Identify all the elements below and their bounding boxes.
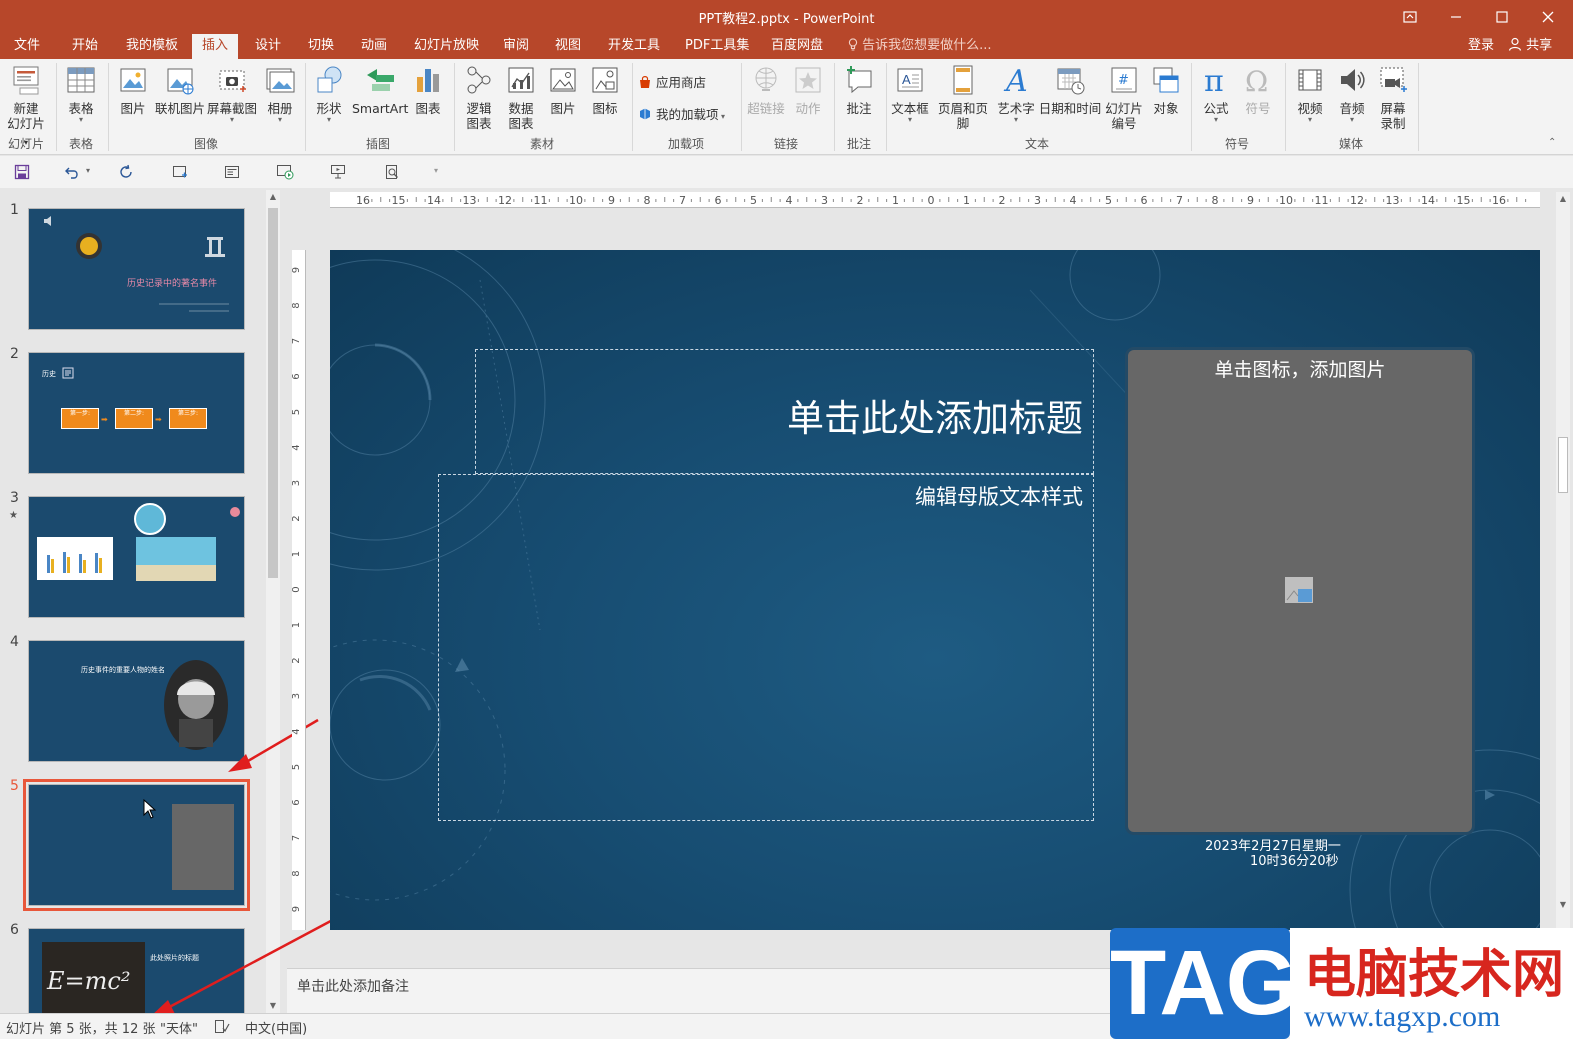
text-placeholder-text: 编辑母版文本样式 bbox=[915, 485, 1083, 509]
ruler-label: 12 bbox=[1350, 194, 1364, 207]
ruler-label: 9 bbox=[608, 194, 615, 207]
text-placeholder[interactable]: 编辑母版文本样式 bbox=[438, 474, 1094, 821]
scroll-up-arrow-icon[interactable]: ▲ bbox=[1556, 192, 1570, 206]
ruler-label: 8 bbox=[292, 302, 302, 308]
ruler-label: 5 bbox=[292, 409, 302, 415]
ruler-label: 3 bbox=[821, 194, 828, 207]
ruler-label: 4 bbox=[786, 194, 793, 207]
ruler-label: 2 bbox=[857, 194, 864, 207]
ruler-label: 3 bbox=[292, 480, 302, 486]
ruler-label: 6 bbox=[292, 373, 302, 379]
ruler-label: 8 bbox=[644, 194, 651, 207]
ruler-label: 3 bbox=[292, 693, 302, 699]
slide-count-status: 幻灯片 第 5 张，共 12 张 bbox=[6, 1022, 156, 1037]
ruler-label: 7 bbox=[292, 835, 302, 841]
ruler-label: 2 bbox=[999, 194, 1006, 207]
slide-canvas[interactable]: 单击此处添加标题 编辑母版文本样式 单击图标，添加图片 2023年2月27日星期… bbox=[330, 250, 1540, 930]
language-status[interactable]: 中文(中国) bbox=[245, 1018, 307, 1037]
ruler-label: 7 bbox=[292, 338, 302, 344]
title-placeholder-text: 单击此处添加标题 bbox=[787, 397, 1083, 440]
picture-placeholder-text: 单击图标，添加图片 bbox=[1214, 359, 1386, 381]
ruler-label: 1 bbox=[963, 194, 970, 207]
ruler-label: 1 bbox=[892, 194, 899, 207]
date-line-2: 10时36分20秒 bbox=[1250, 854, 1339, 869]
ruler-label: 6 bbox=[715, 194, 722, 207]
scroll-down-arrow-icon[interactable]: ▼ bbox=[1556, 898, 1570, 912]
horizontal-ruler-ticks: 16 15 14 13 12 11 10 9 8 7 6 5 4 3 2 1 0 1 2 3 4 5 6 7 8 9 10 11 12 1… bbox=[356, 194, 1527, 207]
horizontal-ruler: 16 15 14 13 12 11 10 9 8 7 6 5 4 3 2 1 0 1 2 3 4 5 6 7 8 9 10 11 12 1… bbox=[330, 192, 1540, 208]
vertical-ruler: 9 8 7 6 5 4 3 2 1 0 1 2 3 4 5 6 7 8 9 bbox=[291, 250, 306, 930]
ruler-label: 8 bbox=[292, 870, 302, 876]
ruler-label: 16 bbox=[1492, 194, 1506, 207]
ruler-label: 12 bbox=[498, 194, 512, 207]
ruler-label: 7 bbox=[1176, 194, 1183, 207]
ruler-label: 6 bbox=[1141, 194, 1148, 207]
picture-placeholder[interactable]: 单击图标，添加图片 bbox=[1128, 350, 1472, 832]
scroll-thumb[interactable] bbox=[1558, 437, 1568, 493]
ruler-label: 15 bbox=[1457, 194, 1471, 207]
ruler-label: 13 bbox=[1386, 194, 1400, 207]
theme-name-status[interactable]: "天体" bbox=[160, 1018, 198, 1037]
slide-scrollbar[interactable]: ▲ ▼ bbox=[1556, 192, 1570, 962]
ruler-label: 0 bbox=[928, 194, 935, 207]
title-placeholder[interactable]: 单击此处添加标题 bbox=[475, 349, 1094, 474]
ruler-label: 15 bbox=[392, 194, 406, 207]
ruler-label: 9 bbox=[292, 267, 302, 273]
ruler-label: 7 bbox=[679, 194, 686, 207]
insert-picture-icon[interactable] bbox=[1284, 576, 1314, 604]
spellcheck-icon[interactable] bbox=[214, 1019, 230, 1034]
ruler-label: 10 bbox=[1279, 194, 1293, 207]
notes-pane[interactable]: 单击此处添加备注 bbox=[287, 968, 1117, 1013]
ruler-label: 5 bbox=[292, 764, 302, 770]
ruler-label: 11 bbox=[534, 194, 548, 207]
ruler-label: 16 bbox=[356, 194, 370, 207]
ruler-label: 0 bbox=[292, 586, 302, 592]
watermark-url: www.tagxp.com bbox=[1304, 1000, 1501, 1033]
ruler-label: 9 bbox=[1247, 194, 1254, 207]
ruler-label: 9 bbox=[292, 906, 302, 912]
ruler-label: 4 bbox=[292, 444, 302, 450]
ruler-label: 3 bbox=[1034, 194, 1041, 207]
ruler-label: 6 bbox=[292, 799, 302, 805]
ruler-label: 5 bbox=[750, 194, 757, 207]
ruler-label: 1 bbox=[292, 551, 302, 557]
watermark-site-name: 电脑技术网 bbox=[1304, 945, 1565, 1005]
notes-placeholder-text: 单击此处添加备注 bbox=[297, 979, 409, 995]
ruler-label: 2 bbox=[292, 657, 302, 663]
watermark-site-block: 电脑技术网 www.tagxp.com bbox=[1290, 928, 1573, 1039]
ruler-label: 13 bbox=[463, 194, 477, 207]
vertical-ruler-ticks: 9 8 7 6 5 4 3 2 1 0 1 2 3 4 5 6 7 8 9 bbox=[291, 267, 302, 912]
ruler-label: 8 bbox=[1212, 194, 1219, 207]
ruler-label: 5 bbox=[1105, 194, 1112, 207]
ruler-label: 14 bbox=[1421, 194, 1435, 207]
ruler-label: 1 bbox=[292, 622, 302, 628]
watermark-tag-logo: TAG bbox=[1110, 928, 1297, 1039]
ruler-label: 11 bbox=[1315, 194, 1329, 207]
ruler-label: 4 bbox=[1070, 194, 1077, 207]
ruler-label: 2 bbox=[292, 515, 302, 521]
ruler-label: 10 bbox=[569, 194, 583, 207]
ruler-label: 14 bbox=[427, 194, 441, 207]
ruler-label: 4 bbox=[292, 728, 302, 734]
